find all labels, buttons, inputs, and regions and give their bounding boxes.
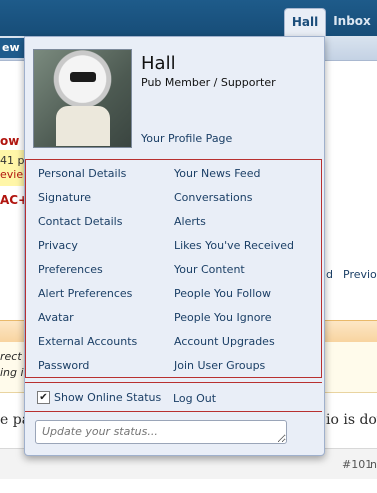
online-status-label: Show Online Status bbox=[54, 391, 162, 404]
meta-fragment: 41 p bbox=[0, 154, 25, 167]
helmet-visor bbox=[70, 72, 96, 82]
menu-join-user-groups[interactable]: Join User Groups bbox=[174, 359, 265, 372]
menu-preferences[interactable]: Preferences bbox=[38, 263, 103, 276]
menu-alert-preferences[interactable]: Alert Preferences bbox=[38, 287, 132, 300]
tab-hall[interactable]: Hall bbox=[284, 8, 326, 37]
post-footer-fragment: n bbox=[370, 458, 377, 471]
post-text-right: io is dov bbox=[326, 412, 377, 428]
avatar-suit bbox=[56, 106, 110, 146]
menu-your-news-feed[interactable]: Your News Feed bbox=[174, 167, 260, 180]
account-menu: Personal Details Signature Contact Detai… bbox=[25, 159, 322, 378]
checkbox-checked-icon[interactable]: ✔ bbox=[37, 391, 50, 404]
menu-conversations[interactable]: Conversations bbox=[174, 191, 252, 204]
user-name: Hall bbox=[141, 53, 176, 74]
your-profile-page-link[interactable]: Your Profile Page bbox=[141, 132, 232, 145]
notice-text-fragment-2: ing i bbox=[0, 366, 24, 379]
show-online-status-toggle[interactable]: ✔ Show Online Status bbox=[37, 391, 161, 404]
account-popup-menu: Hall Pub Member / Supporter Your Profile… bbox=[24, 36, 325, 456]
menu-personal-details[interactable]: Personal Details bbox=[38, 167, 126, 180]
meta-fragment-2: evie bbox=[0, 168, 24, 181]
menu-alerts[interactable]: Alerts bbox=[174, 215, 206, 228]
menu-contact-details[interactable]: Contact Details bbox=[38, 215, 122, 228]
menu-password[interactable]: Password bbox=[38, 359, 89, 372]
avatar[interactable] bbox=[33, 49, 132, 148]
post-number[interactable]: #101 bbox=[342, 458, 372, 471]
log-out-link[interactable]: Log Out bbox=[173, 392, 216, 405]
notice-text-fragment: rect bbox=[0, 350, 22, 363]
menu-account-upgrades[interactable]: Account Upgrades bbox=[174, 335, 275, 348]
thread-link-fragment[interactable]: d bbox=[326, 268, 333, 281]
top-nav-bar: Hall Inbox bbox=[0, 0, 377, 37]
thread-title-fragment: ow bbox=[0, 134, 20, 148]
menu-privacy[interactable]: Privacy bbox=[38, 239, 78, 252]
menu-your-content[interactable]: Your Content bbox=[174, 263, 245, 276]
menu-people-you-follow[interactable]: People You Follow bbox=[174, 287, 271, 300]
menu-external-accounts[interactable]: External Accounts bbox=[38, 335, 137, 348]
menu-likes-received[interactable]: Likes You've Received bbox=[174, 239, 294, 252]
status-update-input[interactable] bbox=[35, 420, 287, 444]
previous-link[interactable]: Previo bbox=[343, 268, 377, 281]
tab-inbox[interactable]: Inbox bbox=[330, 8, 374, 36]
menu-signature[interactable]: Signature bbox=[38, 191, 91, 204]
menu-people-you-ignore[interactable]: People You Ignore bbox=[174, 311, 271, 324]
menu-avatar[interactable]: Avatar bbox=[38, 311, 74, 324]
user-title: Pub Member / Supporter bbox=[141, 76, 276, 89]
